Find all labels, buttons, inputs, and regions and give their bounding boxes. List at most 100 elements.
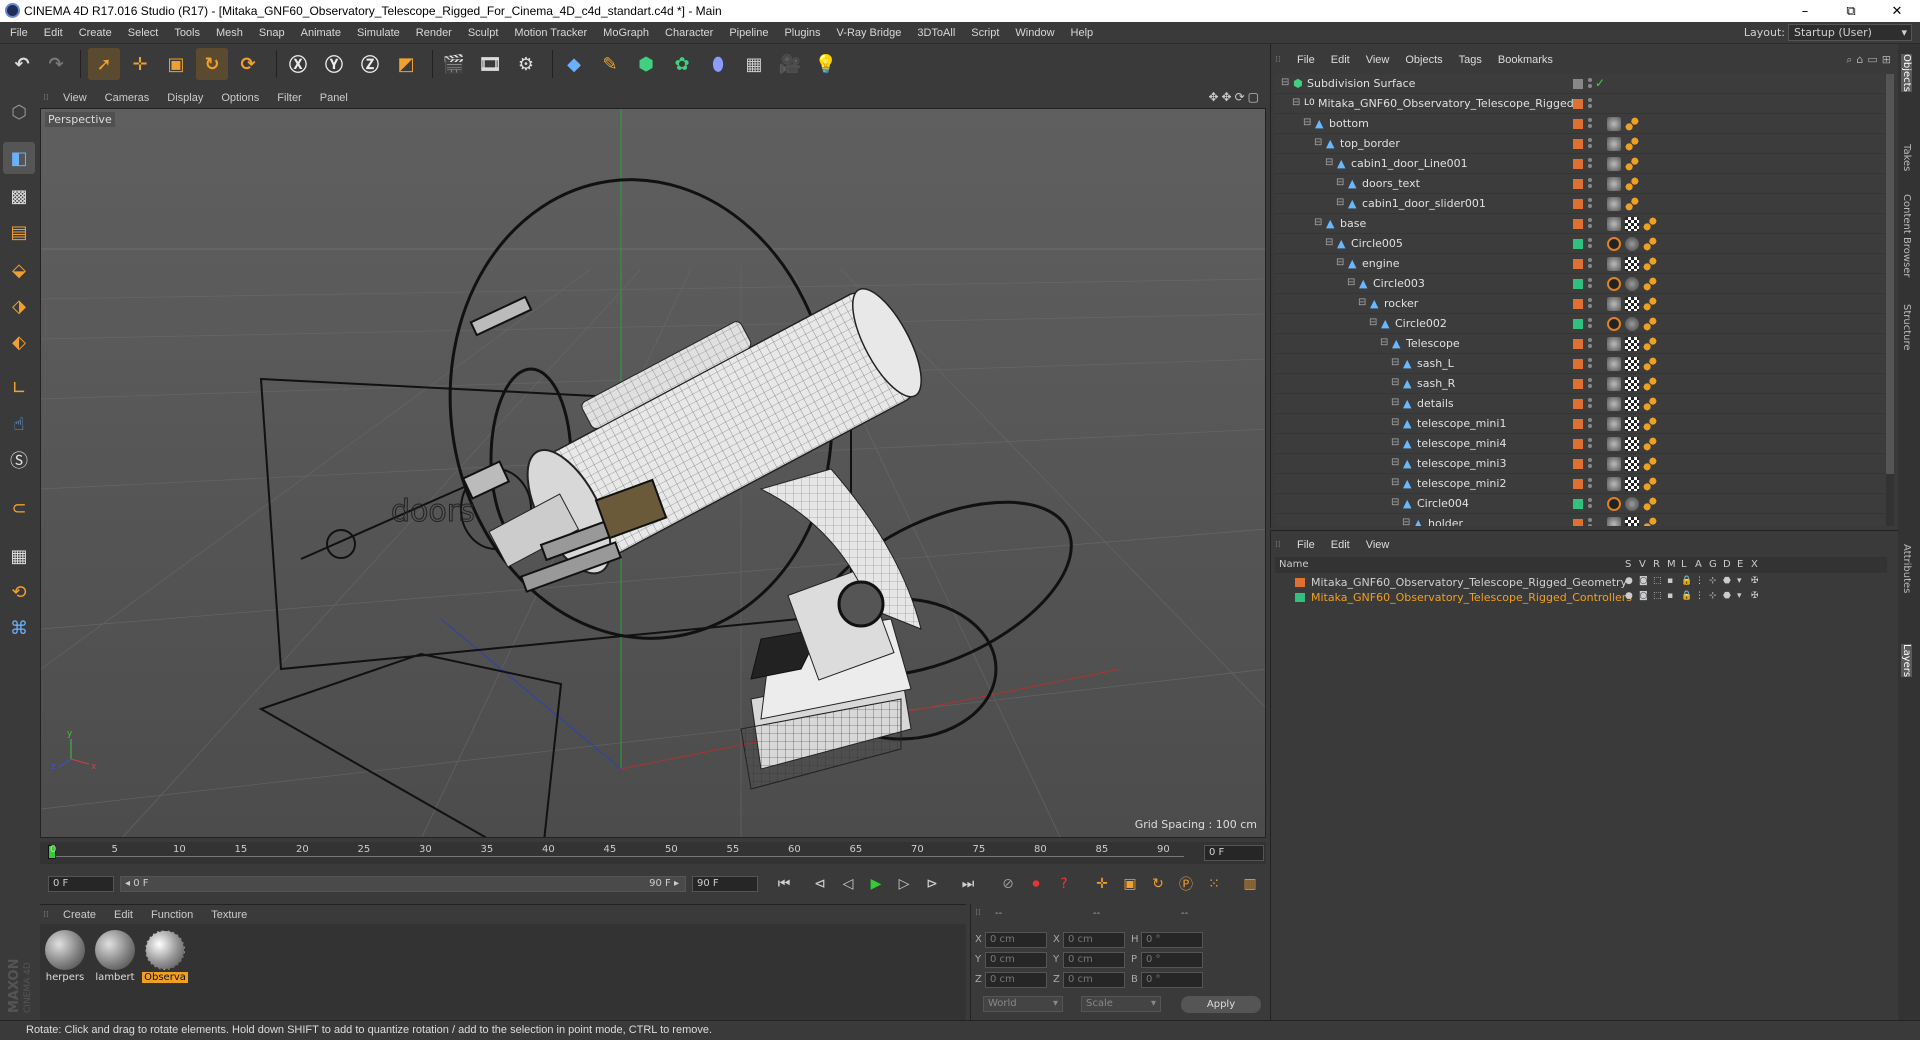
object-row[interactable]: ⊟ ▲ cabin1_door_Line001 [1275,154,1885,174]
magnet-icon[interactable]: ⊂ [3,492,35,524]
phong-tag-icon[interactable] [1607,437,1621,451]
axis-mode-icon[interactable]: ∟ [3,372,35,404]
texture-tag-icon[interactable] [1625,417,1639,431]
layer-flag-icon[interactable]: ▪ [1667,591,1673,601]
object-row[interactable]: ⊟ ▲ Circle003 [1275,274,1885,294]
texture-tag-icon[interactable] [1625,337,1639,351]
tweak-mode-icon[interactable]: ☝ [3,408,35,440]
polygons-mode-icon[interactable]: ⬖ [3,326,35,358]
expand-toggle-icon[interactable]: ⊟ [1391,377,1399,388]
expand-toggle-icon[interactable]: ⊟ [1303,117,1311,128]
search-home-icons[interactable]: ⌕⌂▭⊞ [1846,53,1895,67]
move-icon[interactable]: ✛ [124,48,156,80]
step-back-icon[interactable]: ◁ [836,872,860,896]
layer-flag-column-header[interactable]: V [1639,559,1646,570]
layer-flag-icon[interactable]: ▾ [1737,591,1742,601]
xpresso-tag-icon[interactable] [1625,117,1639,131]
viewport-menu-panel[interactable]: Panel [311,92,357,104]
visibility-dots-icon[interactable] [1587,196,1593,212]
viewport-menu-options[interactable]: Options [212,92,268,104]
menu-mesh[interactable]: Mesh [208,27,251,39]
workplane-lock-icon[interactable]: ▦ [3,540,35,572]
menu-animate[interactable]: Animate [293,27,349,39]
visibility-dots-icon[interactable] [1587,216,1593,232]
planar-workplane-icon[interactable]: ⟲ [3,576,35,608]
visibility-dots-icon[interactable] [1587,356,1593,372]
redo-icon[interactable]: ↷ [40,48,72,80]
object-row[interactable]: ⊟ L0 Mitaka_GNF60_Observatory_Telescope_Ri… [1275,94,1885,114]
menu-window[interactable]: Window [1007,27,1062,39]
layout-dropdown[interactable]: Startup (User) ▾ [1788,24,1912,41]
menu-motion-tracker[interactable]: Motion Tracker [506,27,595,39]
menu-tools[interactable]: Tools [166,27,208,39]
object-menu-tags[interactable]: Tags [1451,54,1490,66]
phong-tag-icon[interactable] [1607,517,1621,526]
object-row[interactable]: ⊟ ▲ bottom [1275,114,1885,134]
layer-row[interactable]: Mitaka_GNF60_Observatory_Telescope_Rigge… [1275,590,1887,605]
layer-flag-icon[interactable]: ⊹ [1709,591,1717,601]
autokey-icon[interactable]: ? [1052,872,1076,896]
coord-value-field[interactable]: 0 cm [985,972,1047,988]
expand-toggle-icon[interactable]: ⊟ [1336,257,1344,268]
expand-toggle-icon[interactable]: ⊟ [1281,77,1289,88]
render-picture-viewer-icon[interactable]: 🎞 [474,48,506,80]
material-observa[interactable]: Observa [142,928,188,986]
menu-v-ray-bridge[interactable]: V-Ray Bridge [829,27,910,39]
keyframe-selection-icon[interactable]: ⊘ [996,872,1020,896]
expand-toggle-icon[interactable]: ⊟ [1314,137,1322,148]
phong-tag-icon[interactable] [1607,157,1621,171]
start-frame-field[interactable]: 0 F [48,876,114,892]
texture-tag-icon[interactable] [1625,397,1639,411]
texture-tag-icon[interactable] [1625,477,1639,491]
xpresso-tag-icon[interactable] [1625,177,1639,191]
z-axis-lock-icon[interactable]: Ⓩ [354,48,386,80]
material-menu-edit[interactable]: Edit [105,909,142,921]
viewport-menu-cameras[interactable]: Cameras [96,92,159,104]
expand-toggle-icon[interactable]: ⊟ [1336,177,1344,188]
object-menu-file[interactable]: File [1289,54,1323,66]
viewport-navigation-icons[interactable]: ✥✥⟳▢ [1208,90,1262,104]
object-row[interactable]: ⊟ ▲ rocker [1275,294,1885,314]
material-menu-texture[interactable]: Texture [202,909,256,921]
workplane-icon[interactable]: ▤ [3,216,35,248]
menu-script[interactable]: Script [963,27,1007,39]
xpresso-tag-icon[interactable] [1625,137,1639,151]
layer-flag-column-header[interactable]: A [1695,559,1702,570]
menu-help[interactable]: Help [1063,27,1102,39]
end-frame-field[interactable]: 90 F [692,876,758,892]
visibility-dots-icon[interactable] [1587,456,1593,472]
texture-tag-icon[interactable] [1625,377,1639,391]
phong-tag-icon[interactable] [1607,457,1621,471]
xpresso-tag-icon[interactable] [1643,237,1657,251]
expand-toggle-icon[interactable]: ⊟ [1336,197,1344,208]
expand-toggle-icon[interactable]: ⊟ [1325,157,1333,168]
step-forward-icon[interactable]: ▷ [892,872,916,896]
current-frame-field[interactable]: 0 F [1204,845,1264,861]
visibility-dots-icon[interactable] [1587,96,1593,112]
apply-button[interactable]: Apply [1181,996,1261,1013]
rotate-icon[interactable]: ↻ [196,48,228,80]
expand-toggle-icon[interactable]: ⊟ [1391,417,1399,428]
xpresso-tag-icon[interactable] [1643,377,1657,391]
play-icon[interactable]: ▶ [864,872,888,896]
xpresso-tag-icon[interactable] [1643,317,1657,331]
layer-flag-icon[interactable]: ● [1625,591,1633,601]
scale-icon[interactable]: ▣ [160,48,192,80]
visibility-dots-icon[interactable] [1587,396,1593,412]
key-pla-icon[interactable]: ⁙ [1202,872,1226,896]
layer-flag-icon[interactable]: ✠ [1751,591,1759,601]
expand-toggle-icon[interactable]: ⊟ [1325,237,1333,248]
texture-tag-icon[interactable] [1625,357,1639,371]
viewport-menu-filter[interactable]: Filter [268,92,310,104]
coord-value-field[interactable]: 0 cm [985,952,1047,968]
object-row[interactable]: ⊟ ▲ telescope_mini3 [1275,454,1885,474]
layer-color-swatch[interactable] [1295,593,1305,602]
visibility-dots-icon[interactable] [1587,136,1593,152]
layer-menu-edit[interactable]: Edit [1323,539,1358,551]
xpresso-tag-icon[interactable] [1643,217,1657,231]
minimize-button[interactable]: – [1782,0,1828,22]
scale-dropdown[interactable]: Scale ▾ [1081,996,1161,1012]
layer-name[interactable]: Mitaka_GNF60_Observatory_Telescope_Rigge… [1311,576,1627,589]
object-menu-bookmarks[interactable]: Bookmarks [1490,54,1561,66]
coord-value-field[interactable]: 0 cm [1063,972,1125,988]
